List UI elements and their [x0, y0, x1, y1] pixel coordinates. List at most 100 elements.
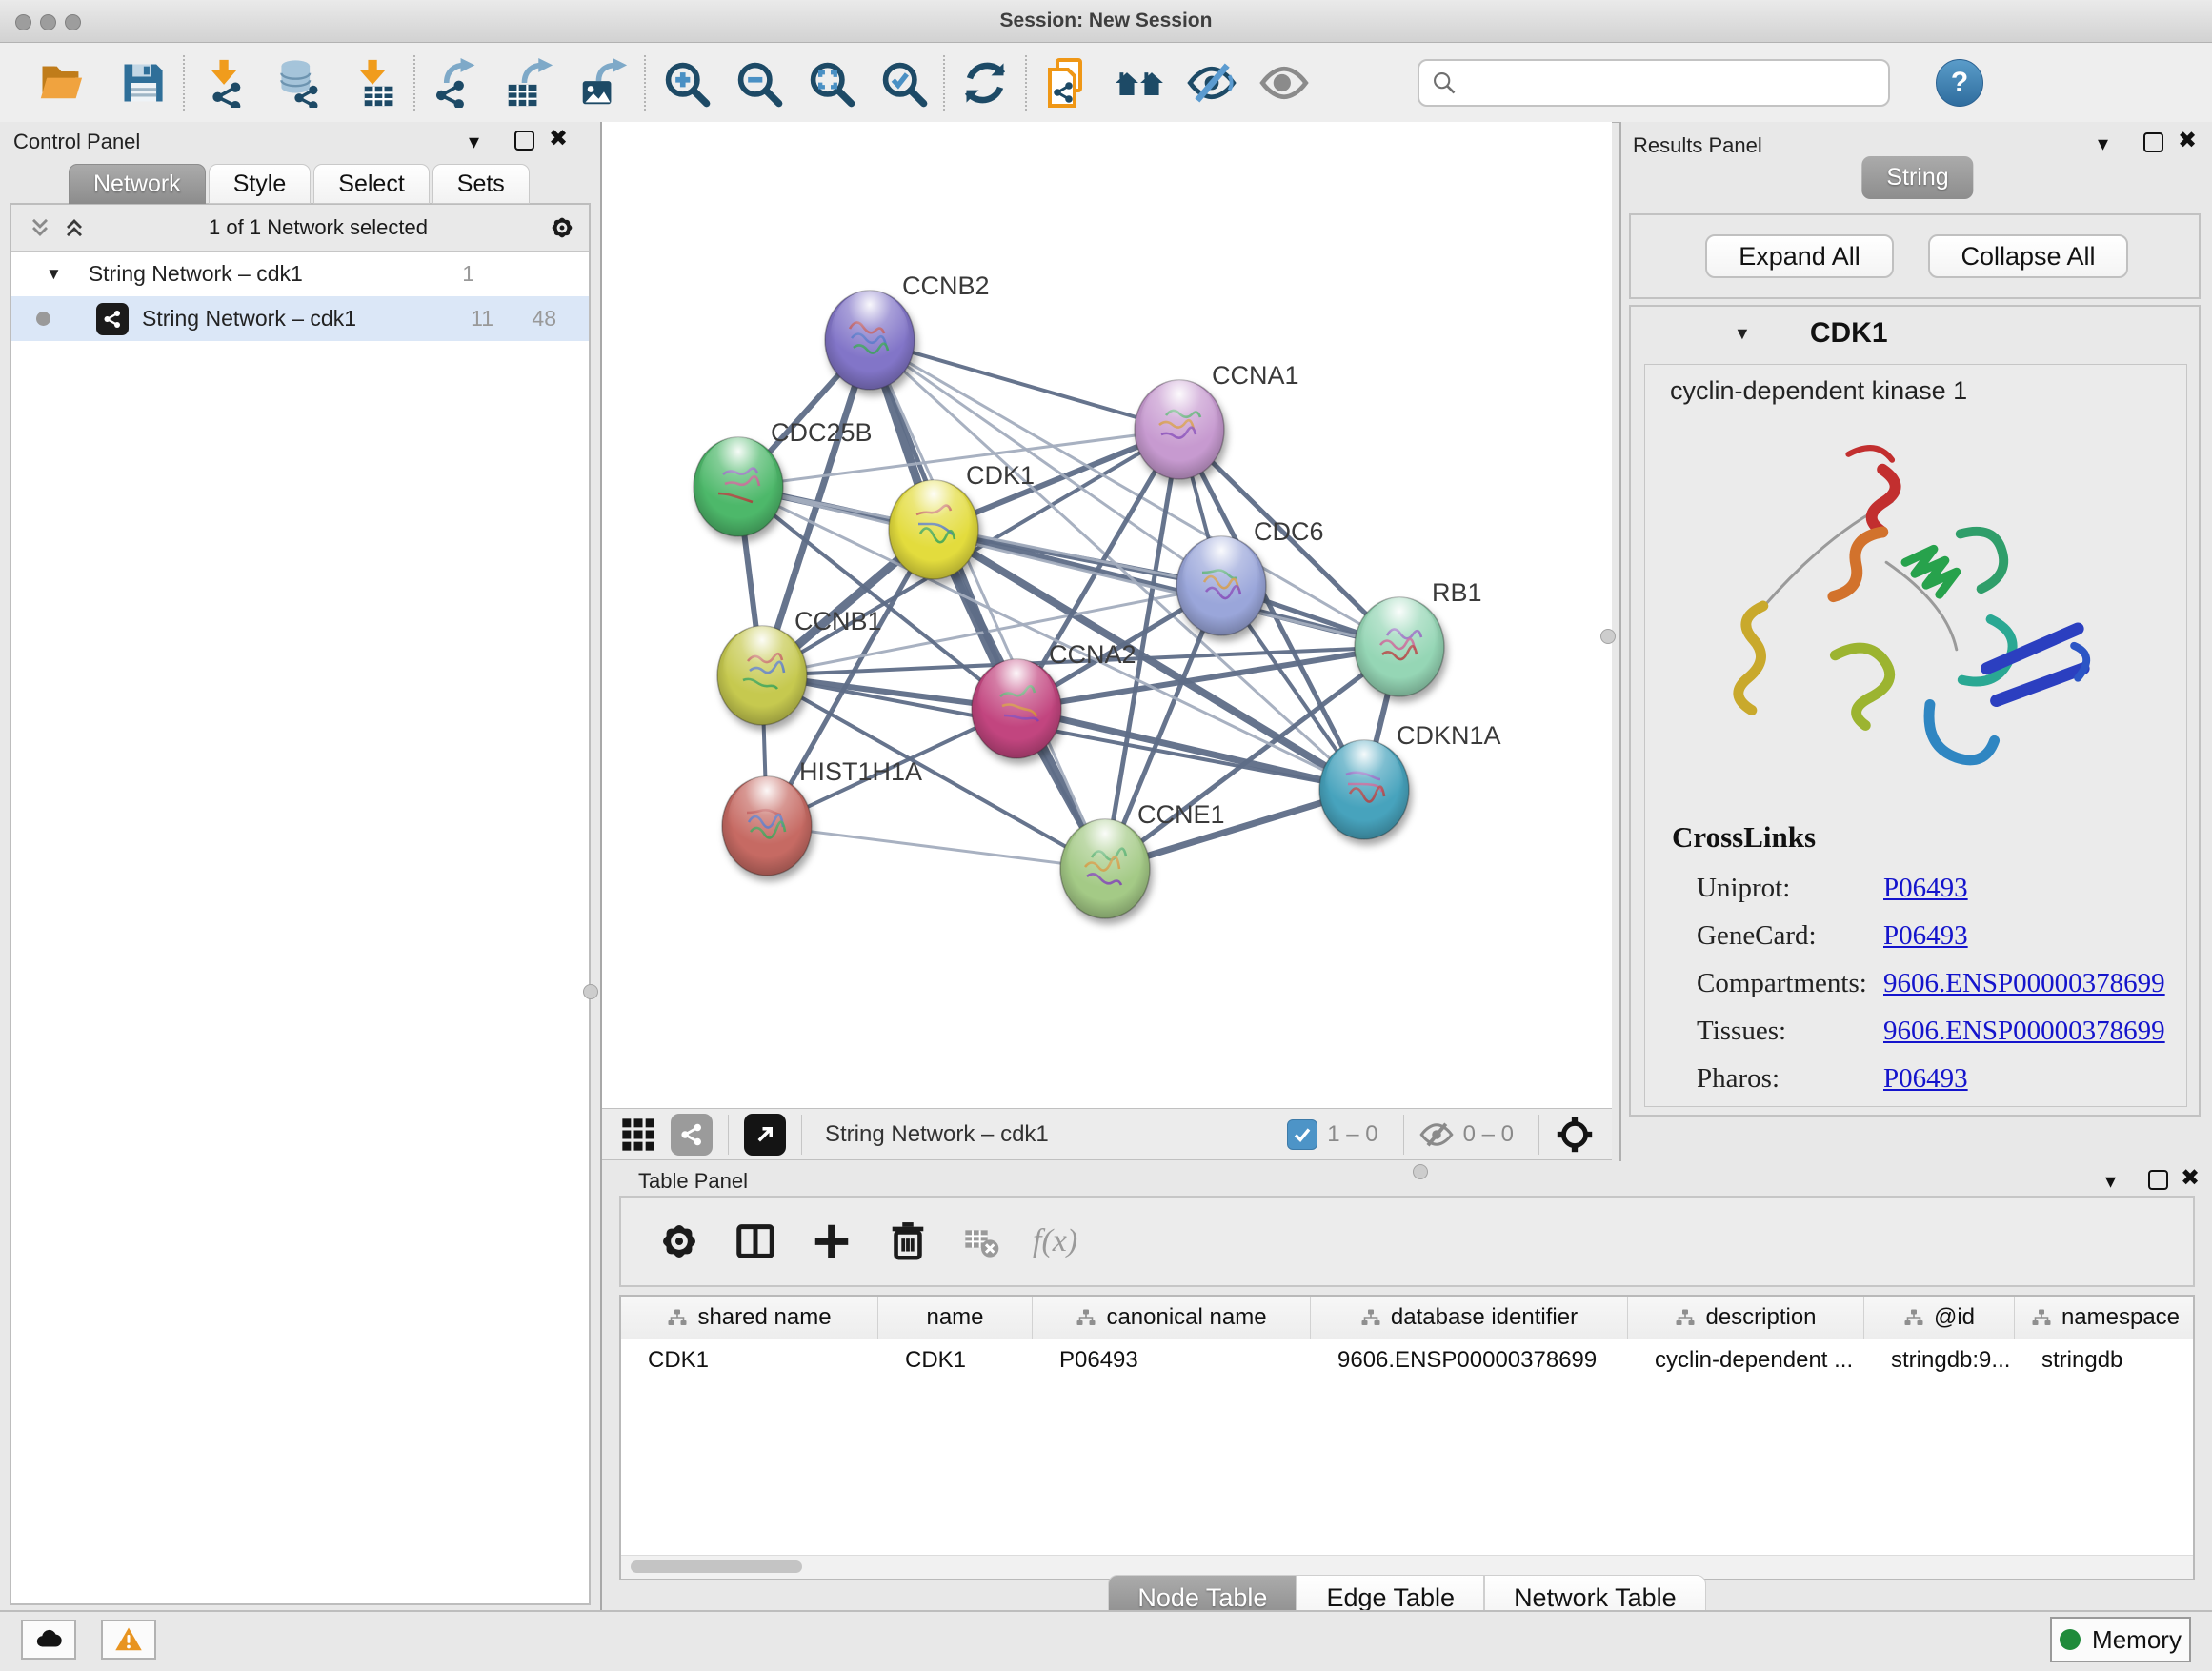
window-zoom-button[interactable] [65, 14, 81, 30]
selected-checkbox-icon[interactable] [1287, 1119, 1317, 1150]
left-splitter-handle[interactable] [583, 984, 598, 999]
tab-select[interactable]: Select [313, 164, 429, 204]
column-header-canonical-name[interactable]: canonical name [1033, 1297, 1311, 1339]
node-label-CCNA1: CCNA1 [1212, 361, 1299, 390]
create-column-icon[interactable] [810, 1219, 854, 1263]
zoom-out-button[interactable] [730, 53, 787, 112]
results-buttons-box: Expand All Collapse All [1629, 213, 2201, 299]
delete-column-icon[interactable] [886, 1219, 930, 1263]
window-close-button[interactable] [15, 14, 31, 30]
node-label-CDK1: CDK1 [966, 461, 1035, 490]
crosslink-value-link[interactable]: 9606.ENSP00000378699 [1883, 1016, 2165, 1047]
crosslink-value-link[interactable]: 9606.ENSP00000378699 [1883, 968, 2165, 999]
collapse-all-chevrons-icon[interactable] [61, 214, 88, 241]
network-node-CCNA1[interactable]: CCNA1 [1135, 361, 1299, 479]
export-network-button[interactable] [427, 53, 484, 112]
network-node-HIST1H1A[interactable]: HIST1H1A [722, 757, 922, 876]
share-view-icon[interactable] [671, 1114, 713, 1156]
show-all-button[interactable] [1256, 53, 1313, 112]
collection-count: 1 [462, 261, 474, 287]
network-node-CCNB2[interactable]: CCNB2 [825, 272, 990, 390]
panel-menu-icon[interactable]: ▾ [469, 131, 479, 152]
import-network-database-button[interactable] [271, 53, 328, 112]
expand-all-chevrons-icon[interactable] [27, 214, 53, 241]
column-header-namespace[interactable]: namespace [2015, 1297, 2195, 1339]
right-splitter-handle[interactable] [1600, 629, 1616, 644]
grid-view-icon[interactable] [619, 1116, 657, 1154]
tab-style[interactable]: Style [209, 164, 312, 204]
tab-string[interactable]: String [1861, 156, 1973, 199]
protein-section-header[interactable]: ▼ CDK1 [1631, 307, 2199, 360]
import-network-file-button[interactable] [196, 53, 253, 112]
apply-function-icon[interactable]: f(x) [1033, 1223, 1077, 1259]
zoom-in-button[interactable] [657, 53, 714, 112]
expand-all-button[interactable]: Expand All [1705, 234, 1894, 278]
delete-table-icon[interactable] [962, 1222, 1000, 1260]
panel-float-icon[interactable] [514, 131, 534, 151]
network-node-CDK1[interactable]: CDK1 [889, 461, 1035, 579]
horizontal-splitter-handle[interactable] [1413, 1164, 1428, 1179]
panel-float-icon[interactable] [2143, 132, 2163, 152]
network-node-CDKN1A[interactable]: CDKN1A [1319, 721, 1501, 839]
network-node-CDC25B[interactable]: CDC25B [694, 418, 873, 536]
crosslink-value-link[interactable]: P06493 [1883, 873, 1968, 904]
network-list-box: 1 of 1 Network selected ▼ String Network… [10, 203, 591, 1605]
zoom-fit-button[interactable] [802, 53, 859, 112]
network-view-canvas[interactable]: CCNB2CCNA1CDC25BCDK1CDC6RB1CCNB1CCNA2CDK… [602, 122, 1612, 1108]
birdseye-navigator-icon[interactable] [1555, 1115, 1595, 1155]
gear-icon[interactable] [549, 214, 575, 241]
zoom-selected-button[interactable] [875, 53, 932, 112]
help-button[interactable]: ? [1936, 59, 1983, 107]
import-table-button[interactable] [345, 53, 402, 112]
crosslink-value-link[interactable]: P06493 [1883, 1063, 1968, 1095]
zoom-fit-icon [806, 58, 855, 108]
hide-selected-button[interactable] [1183, 53, 1240, 112]
export-image-button[interactable] [575, 53, 633, 112]
open-in-window-icon[interactable] [744, 1114, 786, 1156]
first-neighbors-button[interactable] [1111, 53, 1168, 112]
clone-network-button[interactable] [1038, 53, 1096, 112]
section-expander-icon[interactable]: ▼ [1734, 324, 1751, 344]
column-header-name[interactable]: name [878, 1297, 1033, 1339]
network-node-CCNE1[interactable]: CCNE1 [1060, 800, 1225, 918]
panel-menu-icon[interactable]: ▾ [2105, 1171, 2116, 1192]
open-session-button[interactable] [32, 53, 90, 112]
memory-button[interactable]: Memory [2050, 1617, 2191, 1662]
panel-close-icon[interactable]: ✖ [2181, 1168, 2200, 1189]
warning-status-button[interactable] [101, 1620, 156, 1660]
panel-float-icon[interactable] [2148, 1170, 2168, 1190]
column-header-database-identifier[interactable]: database identifier [1311, 1297, 1628, 1339]
network-node-RB1[interactable]: RB1 [1355, 578, 1482, 696]
collapse-all-button[interactable]: Collapse All [1928, 234, 2128, 278]
tab-sets[interactable]: Sets [432, 164, 530, 204]
scrollbar-thumb[interactable] [631, 1560, 802, 1573]
cloud-status-button[interactable] [21, 1620, 76, 1660]
window-minimize-button[interactable] [40, 14, 56, 30]
application-window: Session: New Session [0, 0, 2212, 1671]
network-edge-count: 48 [532, 306, 556, 332]
column-header-shared-name[interactable]: shared name [621, 1297, 878, 1339]
search-field[interactable] [1418, 59, 1890, 107]
network-node-CDC6[interactable]: CDC6 [1176, 517, 1324, 635]
table-row[interactable]: CDK1CDK1P064939606.ENSP00000378699cyclin… [621, 1339, 2193, 1381]
tree-expander-icon[interactable]: ▼ [46, 265, 62, 284]
network-row-selected[interactable]: String Network – cdk1 11 48 [11, 296, 589, 341]
node-label-CCNE1: CCNE1 [1137, 800, 1225, 829]
zoom-in-icon [661, 58, 711, 108]
panel-close-icon[interactable]: ✖ [549, 129, 568, 150]
show-columns-icon[interactable] [734, 1219, 777, 1263]
export-table-button[interactable] [501, 53, 558, 112]
hidden-eye-icon[interactable] [1419, 1117, 1454, 1152]
tab-network[interactable]: Network [69, 164, 206, 204]
crosslink-label: Pharos: [1697, 1063, 1883, 1095]
network-collection-row[interactable]: ▼ String Network – cdk1 1 [11, 252, 589, 296]
panel-close-icon[interactable]: ✖ [2178, 131, 2197, 151]
refresh-view-button[interactable] [956, 53, 1014, 112]
save-session-button[interactable] [114, 53, 171, 112]
column-header-description[interactable]: description [1628, 1297, 1864, 1339]
search-input[interactable] [1458, 63, 1888, 103]
panel-menu-icon[interactable]: ▾ [2098, 133, 2108, 154]
table-options-gear-icon[interactable] [657, 1219, 701, 1263]
crosslink-value-link[interactable]: P06493 [1883, 920, 1968, 952]
column-header--id[interactable]: @id [1864, 1297, 2015, 1339]
